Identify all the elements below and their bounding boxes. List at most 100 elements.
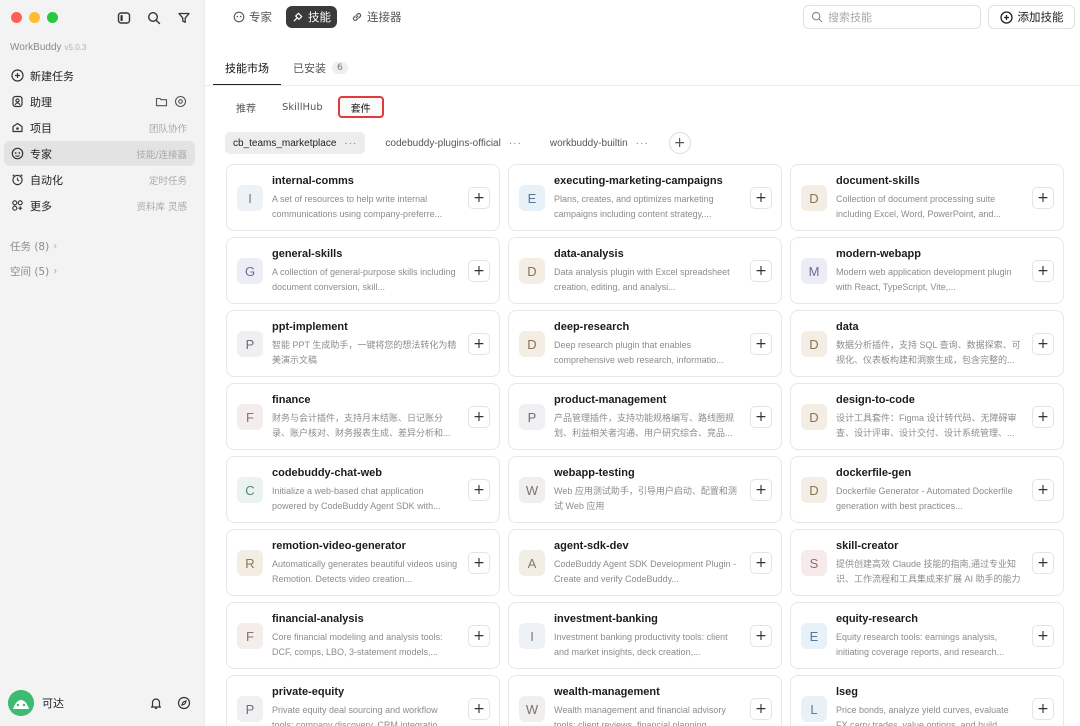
skill-card[interactable]: Ddata 数据分析插件，支持 SQL 查询、数据探索、可视化、仪表板构建和洞察生…: [790, 310, 1064, 377]
skill-name: deep-research: [554, 321, 630, 333]
add-skill-plus-button[interactable]: +: [1032, 406, 1054, 428]
skill-card[interactable]: Ccodebuddy-chat-web Initialize a web-base…: [226, 456, 500, 523]
add-skill-plus-button[interactable]: +: [468, 625, 490, 647]
skill-description: Core financial modeling and analysis too…: [272, 632, 443, 657]
sidebar-item-projects[interactable]: 项目 团队协作: [4, 115, 195, 140]
skill-description: 智能 PPT 生成助手，一键将您的想法转化为精美演示文稿: [272, 340, 457, 365]
skill-name: finance: [272, 394, 311, 406]
add-skill-plus-button[interactable]: +: [468, 479, 490, 501]
skill-card[interactable]: Llseg Price bonds, analyze yield curves, …: [790, 675, 1064, 726]
add-skill-plus-button[interactable]: +: [750, 406, 772, 428]
source-chip[interactable]: workbuddy-builtin ···: [542, 132, 657, 154]
sidebar-item-label: 专家: [30, 147, 52, 161]
skill-card[interactable]: Rremotion-video-generator Automatically g…: [226, 529, 500, 596]
skill-description: Dockerfile Generator - Automated Dockerf…: [836, 486, 1013, 511]
more-dots-icon[interactable]: ···: [636, 138, 649, 149]
settings-icon[interactable]: [174, 95, 187, 108]
tab-experts[interactable]: 专家: [227, 6, 278, 28]
skill-card[interactable]: Ddata-analysis Data analysis plugin with …: [508, 237, 782, 304]
skill-description: Price bonds, analyze yield curves, evalu…: [836, 705, 1009, 726]
sidebar-item-assistant[interactable]: 助理: [4, 89, 195, 114]
expert-icon: [10, 147, 24, 161]
more-dots-icon[interactable]: ···: [509, 138, 522, 149]
more-dots-icon[interactable]: ···: [344, 138, 357, 149]
add-skill-plus-button[interactable]: +: [1032, 698, 1054, 720]
add-skill-plus-button[interactable]: +: [750, 479, 772, 501]
skill-card[interactable]: Ddockerfile-gen Dockerfile Generator - Au…: [790, 456, 1064, 523]
skill-card[interactable]: Ddesign-to-code 设计工具套件：Figma 设计转代码、无障碍审查、…: [790, 383, 1064, 450]
sidebar-section-spaces[interactable]: 空间 (5) ›: [10, 259, 57, 284]
skill-card[interactable]: Eexecuting-marketing-campaigns Plans, cre…: [508, 164, 782, 231]
skill-card[interactable]: Wwealth-management Wealth management and …: [508, 675, 782, 726]
skill-name: equity-research: [836, 613, 918, 625]
segment-recommended[interactable]: 推荐: [225, 96, 267, 118]
skill-card[interactable]: Iinvestment-banking Investment banking pr…: [508, 602, 782, 669]
skill-card[interactable]: Aagent-sdk-dev CodeBuddy Agent SDK Develo…: [508, 529, 782, 596]
skill-card[interactable]: Ddocument-skills Collection of document p…: [790, 164, 1064, 231]
tab-installed[interactable]: 已安装 6: [293, 56, 348, 80]
avatar[interactable]: [8, 690, 34, 716]
skill-card[interactable]: Mmodern-webapp Modern web application dev…: [790, 237, 1064, 304]
skill-card[interactable]: Eequity-research Equity research tools: e…: [790, 602, 1064, 669]
add-skill-plus-button[interactable]: +: [750, 187, 772, 209]
add-skill-plus-button[interactable]: +: [1032, 333, 1054, 355]
add-skill-plus-button[interactable]: +: [1032, 479, 1054, 501]
skill-description: Automatically generates beautiful videos…: [272, 559, 458, 584]
skill-card[interactable]: Pprivate-equity Private equity deal sourc…: [226, 675, 500, 726]
add-skill-plus-button[interactable]: +: [750, 260, 772, 282]
add-skill-plus-button[interactable]: +: [468, 552, 490, 574]
add-skill-plus-button[interactable]: +: [1032, 187, 1054, 209]
add-skill-plus-button[interactable]: +: [468, 333, 490, 355]
skill-card[interactable]: Ggeneral-skills A collection of general-p…: [226, 237, 500, 304]
source-chip[interactable]: codebuddy-plugins-official ···: [377, 132, 529, 154]
toggle-sidebar-button[interactable]: [114, 8, 134, 28]
minimize-window-button[interactable]: [29, 12, 40, 23]
maximize-window-button[interactable]: [47, 12, 58, 23]
folder-icon[interactable]: [155, 95, 168, 108]
search-input[interactable]: [828, 10, 973, 24]
add-skill-plus-button[interactable]: +: [1032, 625, 1054, 647]
add-skill-plus-button[interactable]: +: [468, 406, 490, 428]
skill-card[interactable]: Wwebapp-testing Web 应用测试助手，引导用户启动、配置和测试 W…: [508, 456, 782, 523]
add-source-button[interactable]: +: [668, 132, 691, 154]
tab-skill-market[interactable]: 技能市场: [213, 56, 281, 86]
compass-icon[interactable]: [177, 696, 191, 710]
skill-card[interactable]: Ddeep-research Deep research plugin that …: [508, 310, 782, 377]
sidebar-item-new-task[interactable]: 新建任务: [4, 63, 195, 88]
sidebar-section-tasks[interactable]: 任务 (8) ›: [10, 234, 57, 259]
skill-card[interactable]: Pproduct-management 产品管理插件，支持功能规格编写、路线图规划…: [508, 383, 782, 450]
skill-letter-avatar: A: [519, 550, 545, 576]
add-skill-plus-button[interactable]: +: [750, 625, 772, 647]
segment-skillhub[interactable]: SkillHub: [271, 96, 334, 118]
add-skill-plus-button[interactable]: +: [468, 187, 490, 209]
skill-name: codebuddy-chat-web: [272, 467, 383, 479]
tab-connectors[interactable]: 连接器: [345, 6, 408, 28]
skill-name: private-equity: [272, 686, 345, 698]
segment-suites[interactable]: 套件: [337, 96, 384, 118]
skill-card[interactable]: Ffinancial-analysis Core financial modeli…: [226, 602, 500, 669]
sidebar-item-automation[interactable]: 自动化 定时任务: [4, 167, 195, 192]
bell-icon[interactable]: [149, 696, 163, 710]
filter-button[interactable]: [174, 8, 194, 28]
skill-description: 产品管理插件，支持功能规格编写、路线图规划、利益相关者沟通、用户研究综合、竞品.…: [554, 413, 735, 438]
skill-card[interactable]: Iinternal-comms A set of resources to hel…: [226, 164, 500, 231]
add-skill-plus-button[interactable]: +: [750, 698, 772, 720]
add-skill-plus-button[interactable]: +: [750, 333, 772, 355]
add-skill-plus-button[interactable]: +: [750, 552, 772, 574]
skill-card[interactable]: Sskill-creator 提供创建高效 Claude 技能的指南,通过专业知识…: [790, 529, 1064, 596]
add-skill-plus-button[interactable]: +: [1032, 260, 1054, 282]
tab-skills[interactable]: 技能: [286, 6, 337, 28]
close-window-button[interactable]: [11, 12, 22, 23]
footer-actions: [149, 696, 191, 710]
skill-card[interactable]: Ffinance 财务与会计插件，支持月末结账、日记账分录、账户核对、财务报表生成…: [226, 383, 500, 450]
add-skill-plus-button[interactable]: +: [468, 698, 490, 720]
sidebar-item-more[interactable]: 更多 资料库 灵感: [4, 193, 195, 218]
source-chip[interactable]: cb_teams_marketplace ···: [225, 132, 366, 154]
search-button[interactable]: [144, 8, 164, 28]
add-skill-plus-button[interactable]: +: [468, 260, 490, 282]
add-skill-button[interactable]: 添加技能: [988, 5, 1075, 29]
sidebar-item-experts[interactable]: 专家 技能/连接器: [4, 141, 195, 166]
add-skill-plus-button[interactable]: +: [1032, 552, 1054, 574]
skill-card[interactable]: Pppt-implement 智能 PPT 生成助手，一键将您的想法转化为精美演示…: [226, 310, 500, 377]
skill-letter-avatar: F: [237, 623, 263, 649]
